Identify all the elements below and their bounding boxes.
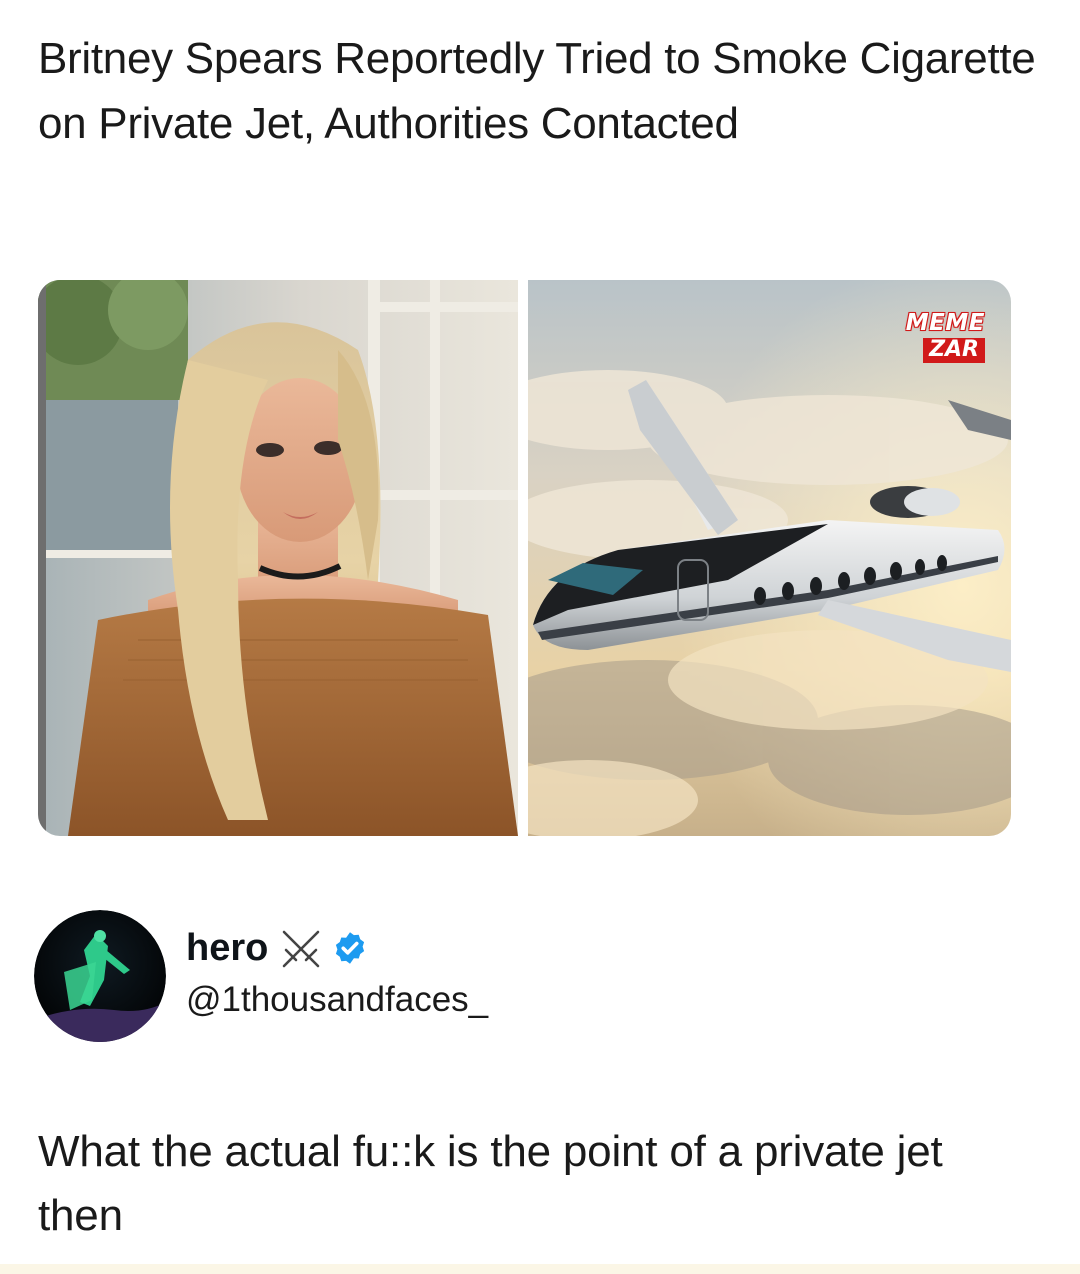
verified-badge-icon bbox=[332, 930, 368, 966]
meme-post: Britney Spears Reportedly Tried to Smoke… bbox=[0, 0, 1080, 1274]
avatar[interactable] bbox=[34, 910, 166, 1042]
article-headline: Britney Spears Reportedly Tried to Smoke… bbox=[38, 34, 1036, 148]
bottom-divider bbox=[0, 1264, 1080, 1274]
watermark-line-2: ZAR bbox=[923, 338, 985, 363]
user-handle[interactable]: @1thousandfaces_ bbox=[186, 980, 488, 1020]
private-jet-photo: MEME ZAR bbox=[528, 280, 1011, 836]
watermark-line-1: MEME bbox=[905, 310, 985, 336]
memezar-watermark: MEME ZAR bbox=[893, 312, 985, 363]
tweet-author: hero @1thousandfaces_ bbox=[186, 920, 488, 1020]
tweet-text: What the actual fu::k is the point of a … bbox=[38, 1127, 943, 1240]
portrait-photo bbox=[38, 280, 518, 836]
crossed-swords-icon bbox=[278, 928, 324, 968]
display-name[interactable]: hero bbox=[186, 927, 268, 970]
